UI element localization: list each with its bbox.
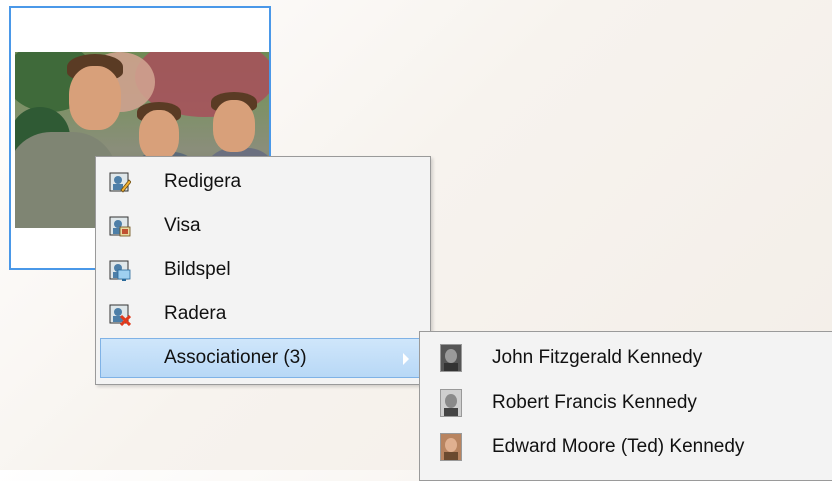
menu-item-label: Visa <box>164 215 201 236</box>
portrait-thumbnail-icon <box>440 433 462 461</box>
menu-item-associationer[interactable]: Associationer (3) <box>100 338 426 378</box>
associations-submenu: John Fitzgerald Kennedy Robert Francis K… <box>419 331 832 481</box>
association-item[interactable]: Robert Francis Kennedy <box>424 380 832 424</box>
menu-item-radera[interactable]: Radera <box>100 294 426 334</box>
menu-item-redigera[interactable]: Redigera <box>100 162 426 202</box>
menu-item-bildspel[interactable]: Bildspel <box>100 250 426 290</box>
view-person-icon <box>109 216 131 237</box>
menu-item-visa[interactable]: Visa <box>100 206 426 246</box>
slideshow-person-icon <box>109 260 131 281</box>
context-menu: Redigera Visa Bildspel Radera Associatio… <box>95 156 431 385</box>
edit-person-icon <box>109 172 131 193</box>
portrait-thumbnail-icon <box>440 344 462 372</box>
submenu-arrow-icon <box>403 353 409 365</box>
association-item[interactable]: John Fitzgerald Kennedy <box>424 335 832 379</box>
association-name: Robert Francis Kennedy <box>492 392 697 413</box>
menu-item-label: Radera <box>164 303 227 324</box>
menu-item-label: Redigera <box>164 171 242 192</box>
association-name: Edward Moore (Ted) Kennedy <box>492 436 745 457</box>
delete-person-icon <box>109 304 131 326</box>
portrait-thumbnail-icon <box>440 389 462 417</box>
association-item[interactable]: Edward Moore (Ted) Kennedy <box>424 424 832 468</box>
menu-item-label: Associationer (3) <box>164 347 307 368</box>
association-name: John Fitzgerald Kennedy <box>492 347 703 368</box>
menu-item-label: Bildspel <box>164 259 231 280</box>
